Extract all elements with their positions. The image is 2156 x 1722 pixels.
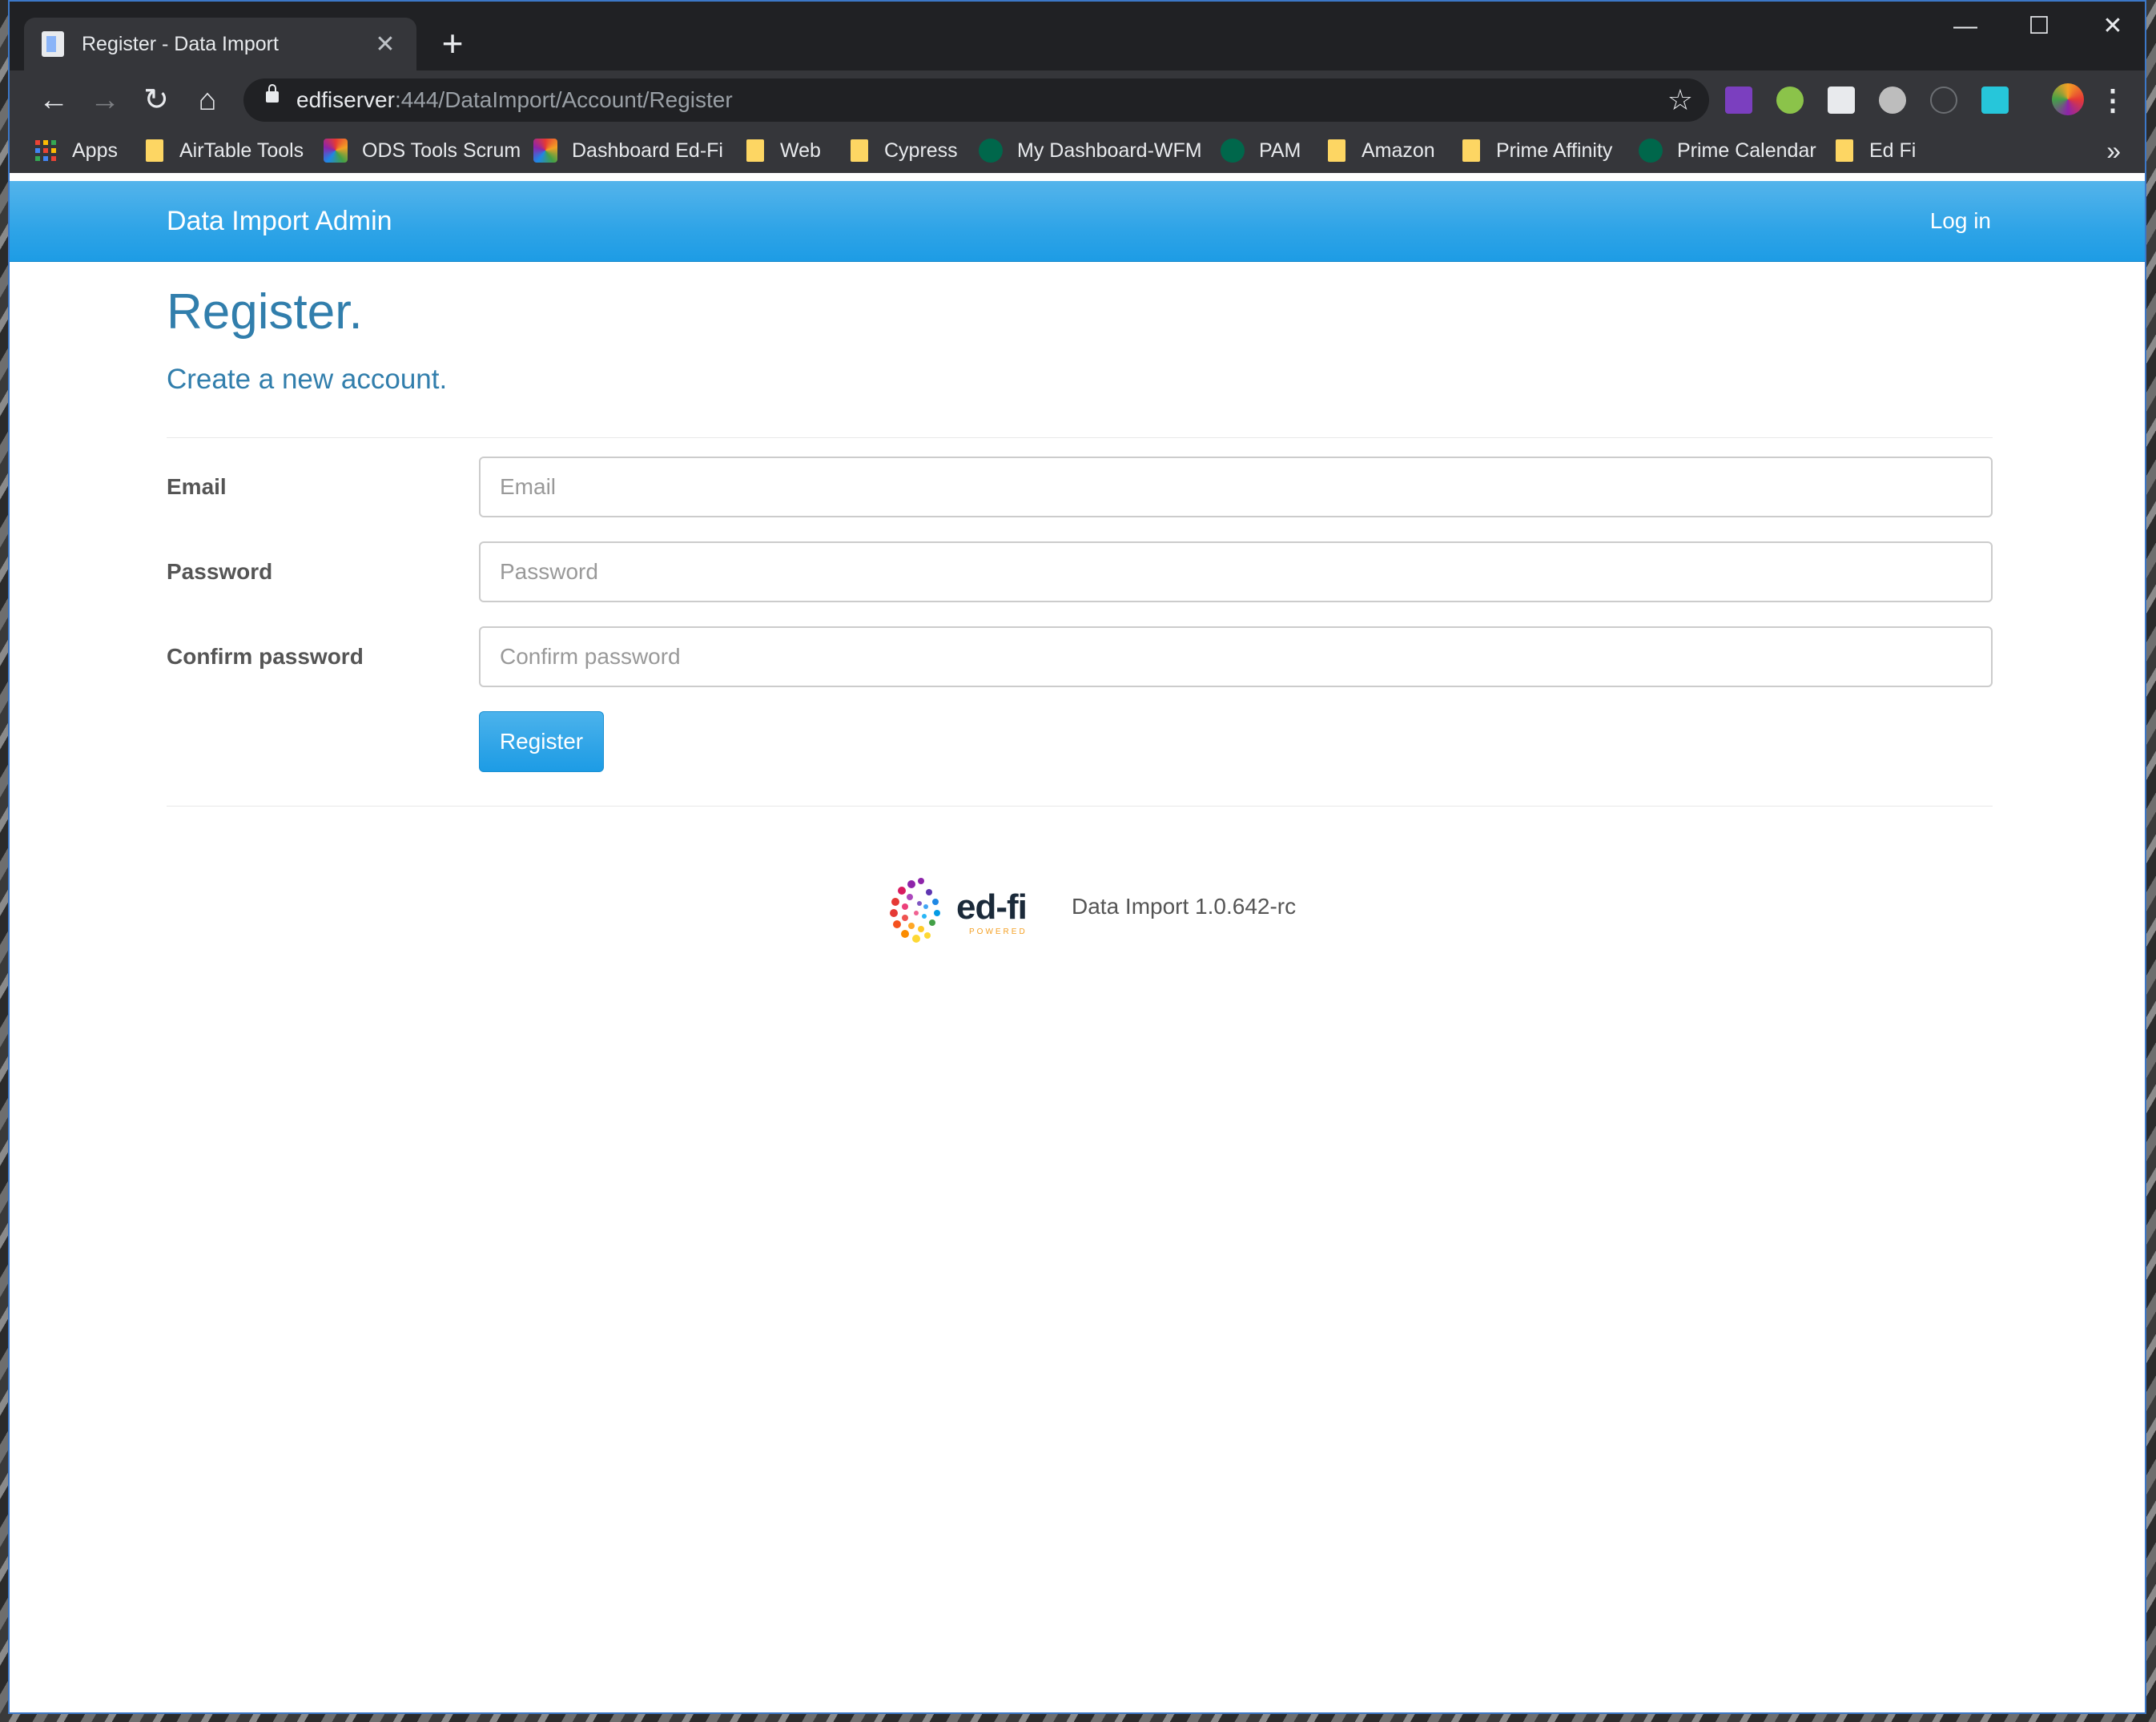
wfm-favicon-icon	[979, 139, 1003, 163]
maximize-icon[interactable]: ☐	[2015, 6, 2063, 46]
folder-icon	[1462, 139, 1480, 162]
bookmark-label: AirTable Tools	[179, 139, 304, 162]
dashboard-favicon-icon	[533, 139, 557, 163]
more-bookmarks-icon[interactable]: »	[2106, 128, 2121, 173]
edfi-logo-tagline: POWERED	[969, 927, 1028, 936]
navbar-brand[interactable]: Data Import Admin	[167, 181, 392, 261]
page-favicon-icon	[42, 31, 64, 57]
edfi-starburst-icon	[890, 878, 940, 943]
edfi-logo: ed-fi POWERED	[879, 870, 1040, 950]
folder-icon	[1328, 139, 1345, 162]
bookmark-label: Apps	[72, 139, 118, 162]
bookmark-ed-fi[interactable]: Ed Fi	[1836, 128, 1916, 173]
page-title: Register.	[167, 284, 363, 340]
bookmark-pam[interactable]: PAM	[1221, 128, 1301, 173]
dashboard-favicon-icon	[324, 139, 348, 163]
bookmark-label: Dashboard Ed-Fi	[572, 139, 723, 162]
close-window-icon[interactable]: ✕	[2089, 6, 2137, 46]
bookmark-label: Amazon	[1362, 139, 1435, 162]
bookmark-amazon[interactable]: Amazon	[1328, 128, 1435, 173]
bookmark-label: Web	[780, 139, 821, 162]
bookmark-ods-tools-scrum[interactable]: ODS Tools Scrum	[324, 128, 521, 173]
forward-icon[interactable]: →	[85, 80, 125, 120]
bookmark-web[interactable]: Web	[746, 128, 821, 173]
web-page: Data Import Admin Log in Register. Creat…	[10, 173, 2145, 1712]
url-path: :444/DataImport/Account/Register	[394, 87, 733, 112]
bookmark-cypress[interactable]: Cypress	[851, 128, 958, 173]
divider	[167, 806, 1993, 807]
app-version: Data Import 1.0.642-rc	[1072, 894, 1297, 919]
wfm-favicon-icon	[1221, 139, 1245, 163]
folder-icon	[746, 139, 764, 162]
browser-window: Register - Data Import ✕ + — ☐ ✕ ← → ↻ ⌂…	[8, 0, 2146, 1714]
wfm-favicon-icon	[1639, 139, 1663, 163]
edfi-logo-text: ed-fi	[956, 887, 1028, 927]
reload-icon[interactable]: ↻	[136, 80, 176, 120]
confirm-password-label: Confirm password	[167, 644, 364, 669]
address-bar[interactable]: edfiserver :444/DataImport/Account/Regis…	[243, 78, 1709, 122]
footer: ed-fi POWERED Data Import 1.0.642-rc	[167, 870, 1993, 958]
back-icon[interactable]: ←	[34, 80, 74, 120]
gray-extension-icon[interactable]	[1879, 87, 1906, 114]
login-link[interactable]: Log in	[1930, 181, 1991, 261]
bookmark-star-icon[interactable]: ☆	[1667, 82, 1693, 119]
profile-avatar[interactable]	[2052, 83, 2084, 115]
bookmark-dashboard-ed-fi[interactable]: Dashboard Ed-Fi	[533, 128, 723, 173]
page-subtitle: Create a new account.	[167, 364, 448, 395]
email-field[interactable]	[479, 457, 1993, 517]
app-navbar: Data Import Admin Log in	[10, 181, 2145, 262]
bookmark-label: PAM	[1259, 139, 1301, 162]
bookmark-my-dashboard-wfm[interactable]: My Dashboard-WFM	[979, 128, 1202, 173]
folder-icon	[851, 139, 868, 162]
password-row: Password	[167, 541, 1993, 602]
bookmark-label: Prime Calendar	[1677, 139, 1816, 162]
bookmark-label: Cypress	[884, 139, 958, 162]
bookmark-apps[interactable]: Apps	[35, 128, 118, 173]
tab-strip: Register - Data Import ✕ + — ☐ ✕	[10, 2, 2145, 70]
bookmark-label: ODS Tools Scrum	[362, 139, 521, 162]
bookmark-airtable-tools[interactable]: AirTable Tools	[146, 128, 304, 173]
folder-icon	[146, 139, 163, 162]
email-row: Email	[167, 457, 1993, 517]
folder-icon	[1836, 139, 1853, 162]
new-tab-icon[interactable]: +	[432, 21, 473, 66]
password-label: Password	[167, 559, 273, 584]
browser-menu-icon[interactable]: ⋮	[2098, 80, 2127, 120]
lock-icon	[266, 84, 279, 103]
bookmark-prime-calendar[interactable]: Prime Calendar	[1639, 128, 1816, 173]
confirm-password-field[interactable]	[479, 626, 1993, 687]
bookmark-label: Prime Affinity	[1496, 139, 1613, 162]
minimize-icon[interactable]: —	[1941, 6, 1989, 46]
bookmark-label: Ed Fi	[1869, 139, 1917, 162]
email-label: Email	[167, 474, 227, 499]
bookmark-label: My Dashboard-WFM	[1017, 139, 1202, 162]
register-button[interactable]: Register	[479, 711, 604, 772]
password-field[interactable]	[479, 541, 1993, 602]
browser-tab[interactable]: Register - Data Import ✕	[24, 18, 416, 70]
divider	[167, 437, 1993, 438]
screenshot-extension-icon[interactable]	[1828, 87, 1855, 114]
onenote-extension-icon[interactable]	[1725, 87, 1752, 114]
teal-extension-icon[interactable]	[1981, 87, 2009, 114]
info-extension-icon[interactable]	[1930, 87, 1957, 114]
url-host: edfiserver	[296, 87, 395, 112]
bookmark-prime-affinity[interactable]: Prime Affinity	[1462, 128, 1612, 173]
confirm-password-row: Confirm password	[167, 626, 1993, 687]
close-tab-icon[interactable]: ✕	[372, 30, 399, 58]
browser-toolbar: ← → ↻ ⌂ edfiserver :444/DataImport/Accou…	[10, 70, 2145, 128]
tab-title: Register - Data Import	[82, 32, 279, 55]
home-icon[interactable]: ⌂	[187, 80, 227, 120]
bookmarks-bar: Apps AirTable Tools ODS Tools Scrum Dash…	[10, 128, 2145, 174]
apps-grid-icon	[35, 140, 56, 161]
green-extension-icon[interactable]	[1776, 87, 1804, 114]
